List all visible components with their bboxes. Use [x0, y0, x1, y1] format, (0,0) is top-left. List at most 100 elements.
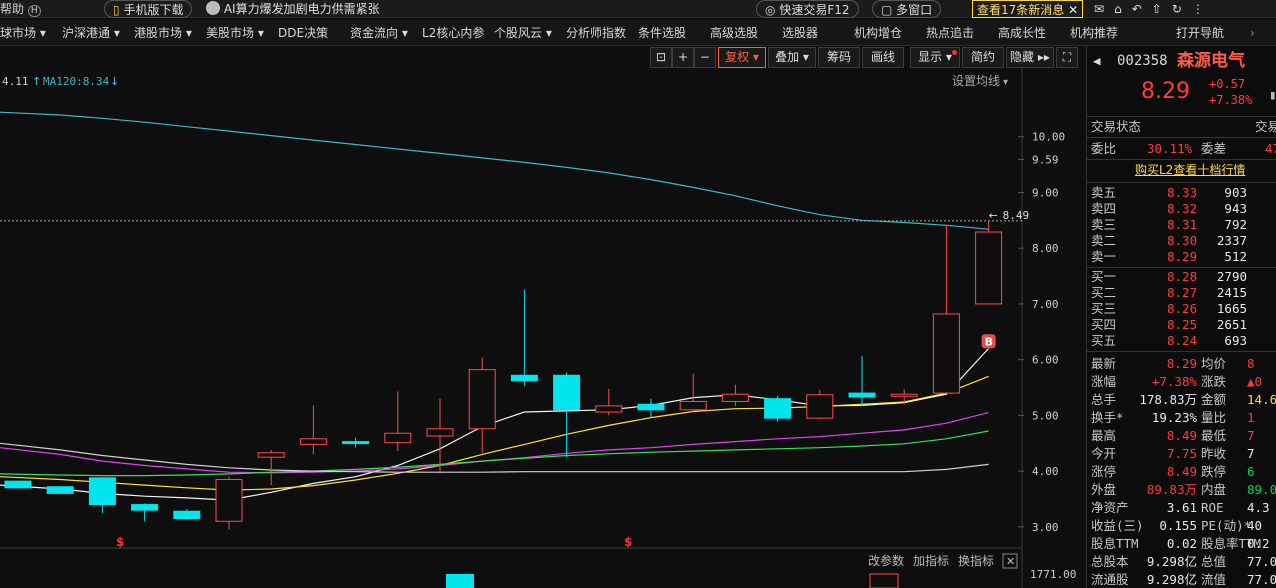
hide-button[interactable]: 隐藏 ▸▸	[1006, 47, 1054, 68]
lock-icon[interactable]: ⊡	[650, 47, 672, 68]
candle-body[interactable]	[553, 374, 581, 411]
menu-fund-flow[interactable]: 资金流向 ▾	[350, 20, 408, 46]
ask-row[interactable]: 卖四 8.32 943	[1087, 201, 1276, 217]
mail-icon[interactable]: ✉	[1094, 2, 1114, 16]
candle-body[interactable]	[426, 428, 454, 437]
menu-hk-market[interactable]: 港股市场 ▾	[134, 20, 192, 46]
candle-body[interactable]	[595, 405, 623, 413]
candle-body[interactable]	[848, 392, 876, 398]
close-x-icon[interactable]: ✕	[1006, 555, 1015, 568]
menu-stock-news[interactable]: 个股风云 ▾	[494, 20, 552, 46]
bid-row[interactable]: 买四 8.25 2651	[1087, 317, 1276, 333]
stat-value-2: 4.3	[1247, 500, 1270, 515]
kline-svg[interactable]: 10.00 9.59 9.00 8.00 7.00 6.00 5.00 4.00 3.00 8.…	[0, 68, 1082, 588]
menu-open-nav[interactable]: 打开导航	[1176, 20, 1224, 46]
candle-body[interactable]	[932, 313, 960, 394]
home-icon[interactable]: ⌂	[1114, 2, 1132, 16]
bid-row[interactable]: 买五 8.24 693	[1087, 333, 1276, 349]
stat-value-2: 77.08	[1247, 554, 1276, 569]
fuquan-button[interactable]: 复权 ▾	[718, 47, 766, 68]
menu-analyst-index[interactable]: 分析师指数	[566, 20, 626, 46]
simple-button[interactable]: 简约	[962, 47, 1004, 68]
menu-high-growth[interactable]: 高成长性	[998, 20, 1046, 46]
fullscreen-icon[interactable]: ⛶	[1056, 47, 1078, 68]
ask-row[interactable]: 卖一 8.29 512	[1087, 249, 1276, 265]
stat-value: +7.38%	[1151, 374, 1197, 389]
candle-body[interactable]	[4, 480, 32, 489]
stat-label: 股息TTM	[1091, 536, 1139, 551]
expand-icon[interactable]: ▮	[1269, 86, 1276, 103]
l2-purchase-link[interactable]: 购买L2查看十档行情	[1135, 162, 1245, 179]
candle-body[interactable]	[510, 374, 538, 382]
stat-label: 总手	[1091, 392, 1117, 407]
close-icon[interactable]: ✕	[1068, 3, 1078, 17]
menu-hk-connect[interactable]: 沪深港通 ▾	[62, 20, 120, 46]
overlay-button[interactable]: 叠加 ▾	[768, 47, 816, 68]
modify-params-button[interactable]: 改参数	[868, 553, 904, 568]
stat-value: 9.298亿	[1146, 572, 1197, 587]
draw-line-button[interactable]: 画线	[862, 47, 904, 68]
more-icon[interactable]: ⋮	[1192, 2, 1214, 16]
dividend-marker[interactable]: $	[624, 535, 632, 549]
candle-body[interactable]	[299, 438, 327, 445]
candle-body[interactable]	[679, 400, 707, 411]
stat-value-2: 8	[1247, 356, 1255, 371]
news-ticker[interactable]: AI算力爆发加剧电力供需紧张	[206, 0, 380, 18]
zoom-in-icon[interactable]: +	[672, 47, 694, 68]
display-button[interactable]: 显示 ▾	[910, 47, 960, 68]
candle-body[interactable]	[257, 452, 285, 458]
candle-body[interactable]	[806, 394, 834, 419]
add-indicator-button[interactable]: 加指标	[913, 553, 949, 568]
zoom-out-icon[interactable]: −	[694, 47, 716, 68]
refresh-icon[interactable]: ↻	[1172, 2, 1192, 16]
quick-trade-button[interactable]: ◎ 快速交易F12	[756, 0, 859, 18]
ask-row[interactable]: 卖二 8.30 2337	[1087, 233, 1276, 249]
level-volume: 1665	[1216, 301, 1247, 316]
candle-body[interactable]	[88, 477, 116, 506]
stat-row: 涨停 8.49 跌停 6	[1087, 463, 1276, 480]
candle-body[interactable]	[637, 403, 665, 411]
ask-row[interactable]: 卖五 8.33 903	[1087, 185, 1276, 201]
menu-us-market[interactable]: 美股市场 ▾	[206, 20, 264, 46]
chips-button[interactable]: 筹码	[818, 47, 860, 68]
chevron-down-icon[interactable]: ▾	[1003, 77, 1008, 88]
bid-row[interactable]: 买三 8.26 1665	[1087, 301, 1276, 317]
candle-body[interactable]	[975, 231, 1003, 305]
bid-row[interactable]: 买一 8.28 2790	[1087, 269, 1276, 285]
menu-inst-increase[interactable]: 机构增仓	[854, 20, 902, 46]
candle-body[interactable]	[46, 486, 74, 494]
bid-row[interactable]: 买二 8.27 2415	[1087, 285, 1276, 301]
prev-stock-icon[interactable]: ◀	[1093, 50, 1101, 72]
ma-settings-link[interactable]: 设置均线	[952, 74, 1000, 88]
menu-l2-insight[interactable]: L2核心内参	[422, 20, 484, 46]
menu-dde[interactable]: DDE决策	[278, 20, 328, 46]
level-volume: 2790	[1216, 269, 1247, 284]
candle-body[interactable]	[131, 504, 159, 511]
help-menu[interactable]: 帮助 H	[0, 0, 41, 18]
menu-global-market[interactable]: 球市场 ▾	[0, 20, 46, 46]
news-count-button[interactable]: 查看17条新消息 ✕	[972, 0, 1084, 18]
switch-indicator-button[interactable]: 换指标	[958, 553, 994, 568]
candle-body[interactable]	[721, 393, 749, 402]
menu-more-icon[interactable]: ›	[1250, 20, 1255, 46]
candle-body[interactable]	[764, 398, 792, 419]
menu-hotspot[interactable]: 热点追击	[926, 20, 974, 46]
candle-body[interactable]	[215, 478, 243, 522]
up-icon[interactable]: ⇧	[1152, 2, 1172, 16]
multi-window-button[interactable]: ▢ 多窗口	[872, 0, 942, 18]
menu-inst-recommend[interactable]: 机构推荐	[1070, 20, 1118, 46]
dividend-marker[interactable]: $	[116, 535, 124, 549]
weicha-value: 47	[1265, 141, 1276, 156]
menu-stock-picker[interactable]: 选股器	[782, 20, 818, 46]
candle-body[interactable]	[173, 510, 201, 519]
kline-chart-area[interactable]: 10.00 9.59 9.00 8.00 7.00 6.00 5.00 4.00 3.00 8.…	[0, 68, 1082, 588]
candle-body[interactable]	[468, 369, 496, 430]
candle-body[interactable]	[890, 393, 918, 397]
mobile-download-button[interactable]: ▯ 手机版下载	[104, 0, 193, 18]
back-icon[interactable]: ↶	[1132, 2, 1152, 16]
candle-body[interactable]	[384, 432, 412, 444]
menu-condition-pick[interactable]: 条件选股	[638, 20, 686, 46]
candle-body[interactable]	[342, 441, 370, 445]
menu-advanced-pick[interactable]: 高级选股	[710, 20, 758, 46]
ask-row[interactable]: 卖三 8.31 792	[1087, 217, 1276, 233]
